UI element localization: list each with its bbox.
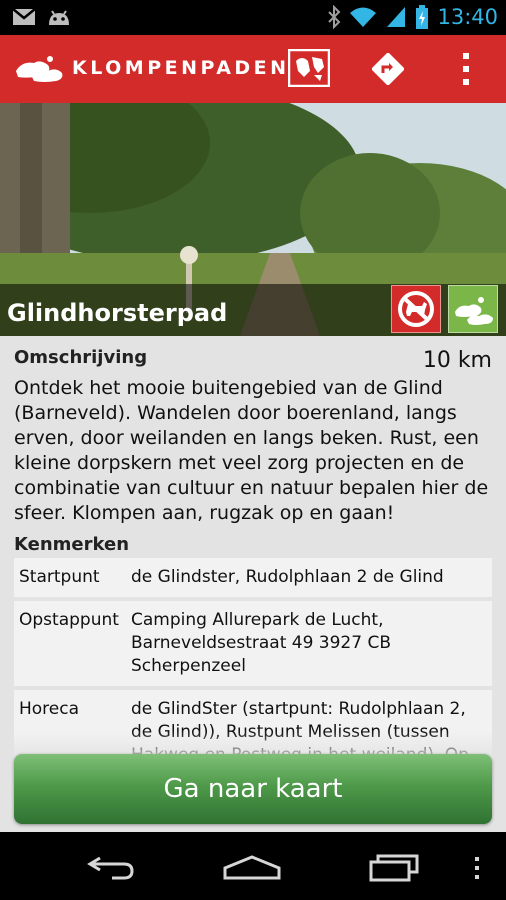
feature-row-startpunt: Startpunt de Glindster, Rudolphlaan 2 de… [14, 558, 492, 597]
home-icon[interactable] [222, 854, 282, 880]
klompen-logo-icon[interactable] [14, 51, 66, 85]
action-bar: KLOMPENPADEN [0, 35, 506, 103]
menu-icon[interactable] [472, 856, 482, 880]
feature-value: de Glindster, Rudolphlaan 2 de Glind [131, 567, 444, 587]
map-icon[interactable] [288, 49, 330, 87]
route-icon[interactable] [372, 53, 404, 85]
status-bar: 13:40 [0, 0, 506, 35]
description-heading: Omschrijving [14, 347, 148, 368]
app-brand: KLOMPENPADEN [72, 57, 290, 79]
bluetooth-icon [328, 5, 341, 29]
no-dogs-badge [391, 285, 441, 333]
no-dogs-icon [398, 291, 434, 327]
route-distance: 10 km [422, 348, 492, 373]
klompen-shoe-icon [455, 297, 493, 325]
route-photo: Glindhorsterpad [0, 103, 506, 336]
gmail-icon [12, 8, 36, 25]
feature-value: Camping Allurepark de Lucht, Barneveldse… [131, 610, 392, 676]
overflow-menu-icon[interactable] [456, 51, 476, 87]
go-to-map-button[interactable]: Ga naar kaart [14, 754, 492, 824]
feature-key: Startpunt [19, 567, 100, 587]
route-details[interactable]: Omschrijving 10 km Ontdek het mooie buit… [0, 336, 506, 832]
feature-key: Opstappunt [19, 610, 119, 630]
wifi-icon [350, 7, 377, 27]
recent-apps-icon[interactable] [368, 852, 420, 882]
android-icon [49, 10, 69, 25]
feature-row-opstappunt: Opstappunt Camping Allurepark de Lucht, … [14, 601, 492, 686]
route-title: Glindhorsterpad [7, 299, 228, 327]
signal-icon [387, 7, 406, 27]
description-text: Ontdek het mooie buitengebied van de Gli… [14, 377, 489, 524]
features-heading: Kenmerken [14, 534, 130, 555]
back-icon[interactable] [86, 852, 136, 882]
navigation-bar [0, 832, 506, 900]
klompen-badge [448, 285, 498, 333]
battery-charging-icon [416, 5, 429, 29]
clock: 13:40 [437, 5, 498, 29]
